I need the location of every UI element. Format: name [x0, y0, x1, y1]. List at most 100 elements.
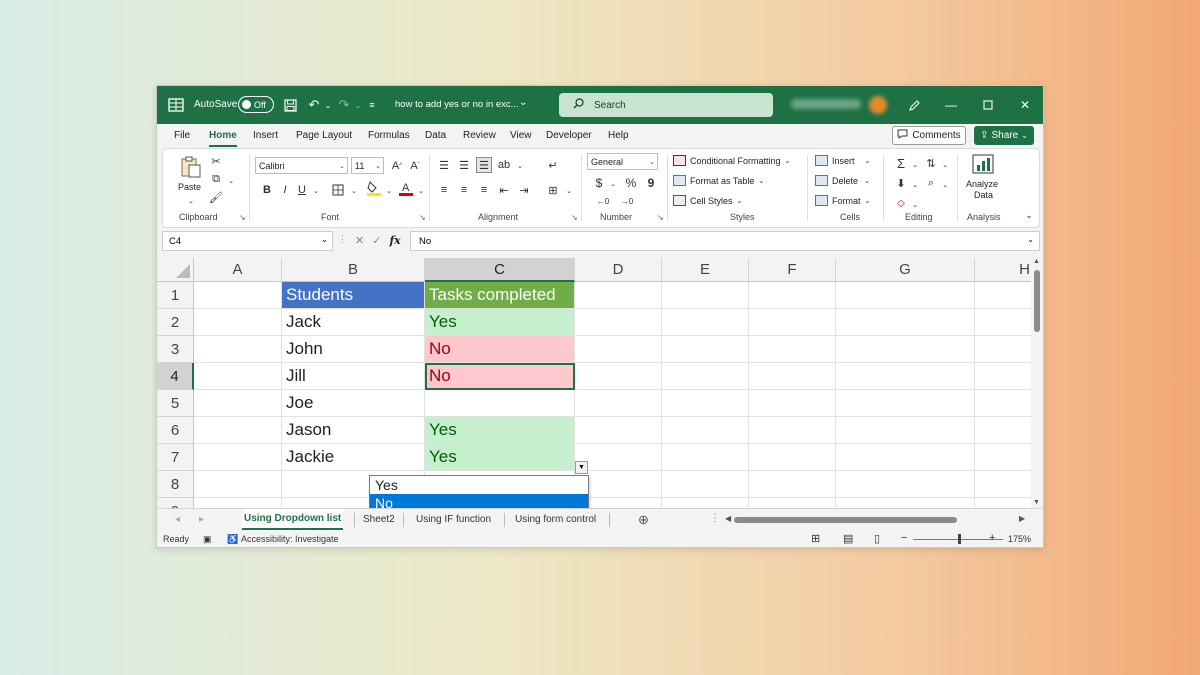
dropdown-arrow-button[interactable]: ▼ — [575, 461, 588, 474]
scroll-left-icon[interactable]: ◀ — [725, 514, 731, 523]
cell-b6[interactable]: Jason — [282, 417, 425, 444]
tab-data[interactable]: Data — [425, 130, 446, 141]
close-icon[interactable]: ✕ — [1016, 96, 1034, 114]
percent-icon[interactable]: % — [623, 175, 639, 191]
zoom-in-button[interactable]: + — [989, 532, 995, 544]
row-header-6[interactable]: 6 — [157, 417, 194, 444]
tab-home[interactable]: Home — [209, 130, 237, 147]
chevron-down-icon[interactable]: ⌄ — [907, 177, 923, 193]
increase-indent-icon[interactable]: ⇥ — [516, 182, 532, 198]
column-header-b[interactable]: B — [282, 258, 425, 282]
more-options-icon[interactable]: ⋮ — [338, 234, 347, 247]
zoom-level[interactable]: 175% — [1008, 534, 1031, 544]
search-box[interactable]: Search — [559, 93, 773, 117]
number-format-dropdown[interactable]: General ⌄ — [587, 153, 658, 170]
font-size-dropdown[interactable]: 11 ⌄ — [351, 157, 384, 174]
align-left-icon[interactable]: ≡ — [436, 182, 452, 198]
cell-c4-active[interactable]: No — [425, 363, 575, 390]
tab-formulas[interactable]: Formulas — [368, 130, 410, 141]
delete-cells-button[interactable]: Delete ⌄ — [815, 175, 870, 186]
user-name[interactable] — [791, 99, 861, 109]
cell-b2[interactable]: Jack — [282, 309, 425, 336]
cell-b3[interactable]: John — [282, 336, 425, 363]
zoom-slider-knob[interactable] — [958, 534, 961, 544]
accessibility-status[interactable]: Accessibility: Investigate — [241, 534, 339, 544]
paste-icon[interactable] — [179, 155, 203, 179]
chevron-down-icon[interactable]: ⌄ — [937, 157, 953, 173]
add-sheet-icon[interactable]: ⊕ — [638, 512, 649, 528]
chevron-down-icon[interactable]: ⌄ — [413, 183, 429, 199]
chevron-down-icon[interactable]: ⌄ — [519, 97, 527, 108]
normal-view-icon[interactable]: ⊞ — [811, 532, 820, 545]
tab-file[interactable]: File — [174, 130, 190, 141]
wrap-text-icon[interactable]: ↵ — [545, 157, 561, 173]
chevron-down-icon[interactable]: ⌄ — [223, 173, 239, 189]
avatar[interactable] — [869, 96, 887, 114]
next-sheet-icon[interactable]: ▸ — [199, 514, 204, 525]
save-icon[interactable] — [281, 96, 299, 114]
row-header-7[interactable]: 7 — [157, 444, 194, 471]
tab-developer[interactable]: Developer — [546, 130, 592, 141]
cell-c5[interactable] — [425, 390, 575, 417]
enter-icon[interactable]: ✓ — [372, 234, 381, 247]
column-header-d[interactable]: D — [575, 258, 662, 282]
comments-button[interactable]: Comments — [892, 126, 966, 145]
cell-b4[interactable]: Jill — [282, 363, 425, 390]
paste-label[interactable]: Paste — [178, 182, 201, 192]
increase-decimal-icon[interactable]: ←0 — [595, 193, 611, 209]
tab-insert[interactable]: Insert — [253, 130, 278, 141]
chevron-down-icon[interactable]: ⌄ — [605, 176, 621, 192]
dialog-launcher-icon[interactable]: ↘ — [239, 213, 246, 222]
column-h-cells[interactable] — [975, 282, 1031, 508]
cell-styles-button[interactable]: Cell Styles ⌄ — [673, 195, 742, 206]
merge-center-icon[interactable]: ⊞ — [545, 182, 561, 198]
maximize-icon[interactable] — [979, 96, 997, 114]
cell-c1[interactable]: Tasks completed — [425, 282, 575, 309]
tab-view[interactable]: View — [510, 130, 532, 141]
insert-function-icon[interactable]: fx — [389, 234, 400, 247]
analyze-data-label-2[interactable]: Data — [974, 190, 993, 200]
horizontal-scroll-thumb[interactable] — [734, 517, 957, 523]
sheet-tab-using-form-control[interactable]: Using form control — [513, 509, 598, 530]
tab-help[interactable]: Help — [608, 130, 629, 141]
row-header-3[interactable]: 3 — [157, 336, 194, 363]
row-header-5[interactable]: 5 — [157, 390, 194, 417]
column-header-e[interactable]: E — [662, 258, 749, 282]
cell-c3[interactable]: No — [425, 336, 575, 363]
cut-icon[interactable]: ✂ — [208, 153, 224, 169]
column-a-cells[interactable] — [194, 309, 282, 508]
customize-qat-icon[interactable]: ≡ — [363, 96, 381, 114]
document-title[interactable]: how to add yes or no in exc... — [395, 99, 519, 110]
page-layout-view-icon[interactable]: ▤ — [843, 532, 853, 545]
cell-b1[interactable]: Students — [282, 282, 425, 309]
chevron-down-icon[interactable]: ⌄ — [346, 183, 362, 199]
tab-page-layout[interactable]: Page Layout — [296, 130, 352, 141]
dialog-launcher-icon[interactable]: ↘ — [657, 213, 664, 222]
zoom-out-button[interactable]: − — [901, 532, 907, 544]
column-header-g[interactable]: G — [836, 258, 975, 282]
analyze-data-label-1[interactable]: Analyze — [966, 179, 998, 189]
formula-input[interactable]: No ⌄ — [410, 231, 1040, 251]
page-break-preview-icon[interactable]: ▯ — [874, 532, 880, 545]
chevron-down-icon[interactable]: ⌄ — [183, 193, 199, 209]
middle-align-icon[interactable]: ☰ — [456, 157, 472, 173]
dialog-launcher-icon[interactable]: ↘ — [419, 213, 426, 222]
cell-c7[interactable]: Yes — [425, 444, 575, 471]
cell-b7[interactable]: Jackie — [282, 444, 425, 471]
row-header-4[interactable]: 4 — [157, 363, 194, 390]
more-options-icon[interactable]: ⋮ — [710, 513, 720, 524]
chevron-down-icon[interactable]: ⌄ — [308, 183, 324, 199]
dropdown-option-no[interactable]: No — [370, 494, 588, 508]
column-header-a[interactable]: A — [194, 258, 282, 282]
insert-cells-button[interactable]: Insert ⌄ — [815, 155, 870, 166]
chevron-down-icon[interactable]: ⌄ — [907, 157, 923, 173]
cell-c2[interactable]: Yes — [425, 309, 575, 336]
copy-icon[interactable]: ⧉ — [208, 171, 224, 187]
column-header-f[interactable]: F — [749, 258, 836, 282]
conditional-formatting-button[interactable]: Conditional Formatting ⌄ — [673, 155, 790, 166]
cell-a1[interactable] — [194, 282, 282, 309]
row-header-1[interactable]: 1 — [157, 282, 194, 309]
decrease-indent-icon[interactable]: ⇤ — [496, 182, 512, 198]
borders-icon[interactable] — [330, 182, 346, 198]
decrease-font-icon[interactable]: Aˇ — [407, 158, 423, 174]
